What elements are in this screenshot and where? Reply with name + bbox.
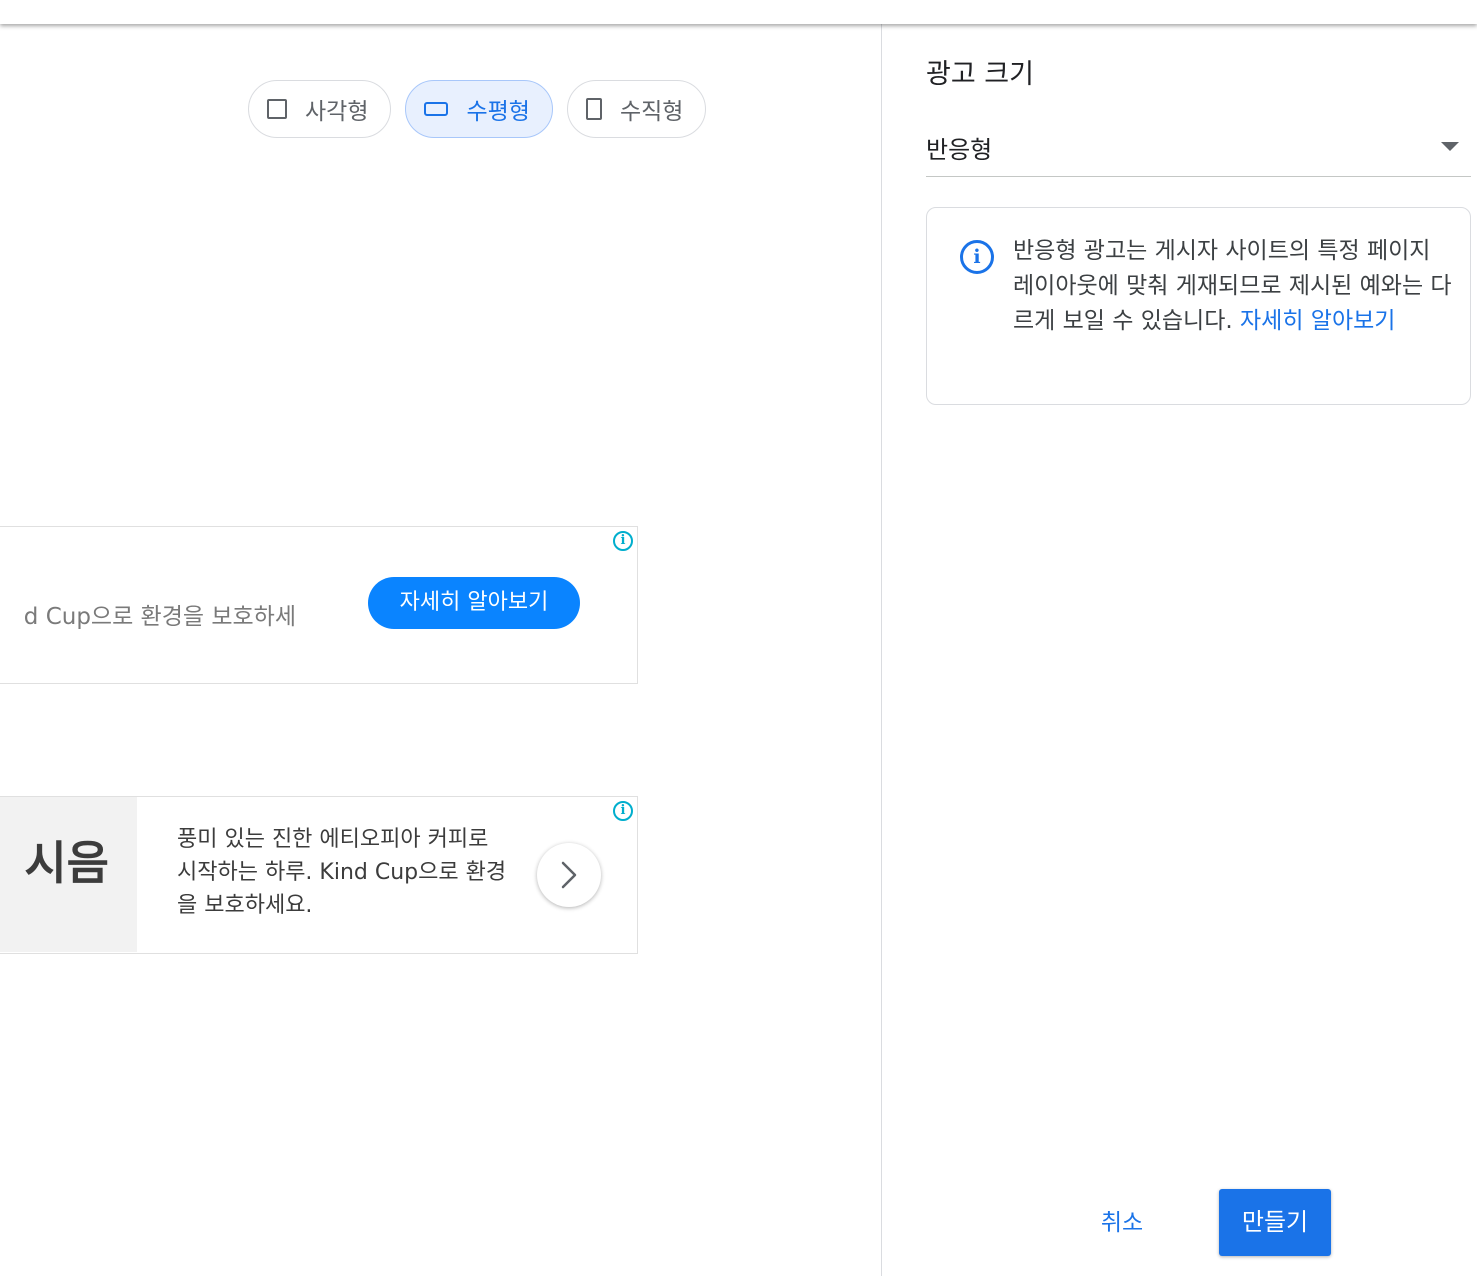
adchoices-info-icon[interactable]: i (613, 801, 633, 821)
ad-headline: 시음 (24, 836, 109, 890)
chevron-right-icon (561, 861, 577, 889)
square-icon (267, 99, 287, 119)
ad-preview-area: 사각형 수평형 수직형 i d Cup으로 환경을 보호하세 자세히 알아보기 … (0, 24, 881, 1276)
ad-preview-card: i 시음 풍미 있는 진한 에티오피아 커피로 시작하는 하루. Kind Cu… (0, 796, 638, 954)
info-text: 반응형 광고는 게시자 사이트의 특정 페이지 레이아웃에 맞춰 게재되므로 제… (1013, 234, 1453, 339)
panel-title: 광고 크기 (926, 59, 1034, 90)
chip-square[interactable]: 사각형 (248, 80, 392, 138)
learn-more-link[interactable]: 자세히 알아보기 (1240, 308, 1395, 334)
info-icon: i (960, 240, 994, 274)
ad-size-dialog: 사각형 수평형 수직형 i d Cup으로 환경을 보호하세 자세히 알아보기 … (0, 0, 1477, 1276)
learn-more-button[interactable]: 자세히 알아보기 (368, 577, 580, 629)
top-bar (0, 0, 1477, 24)
chip-label: 수직형 (619, 99, 684, 125)
next-arrow-button[interactable] (537, 843, 601, 907)
cancel-button[interactable]: 취소 (1080, 1190, 1164, 1256)
adchoices-info-icon[interactable]: i (613, 531, 633, 551)
shape-chip-group: 사각형 수평형 수직형 (248, 80, 707, 138)
settings-panel: 광고 크기 반응형 i 반응형 광고는 게시자 사이트의 특정 페이지 레이아웃… (882, 24, 1477, 1276)
chip-horizontal[interactable]: 수평형 (405, 80, 553, 138)
caret-down-icon (1441, 142, 1459, 151)
ad-description: d Cup으로 환경을 보호하세 (23, 604, 296, 630)
ad-preview-banner: i d Cup으로 환경을 보호하세 자세히 알아보기 (0, 526, 638, 684)
ad-description: 풍미 있는 진한 에티오피아 커피로 시작하는 하루. Kind Cup으로 환… (177, 827, 507, 918)
horizontal-rectangle-icon (424, 102, 449, 116)
chip-label: 수평형 (466, 99, 530, 125)
create-button[interactable]: 만들기 (1219, 1189, 1331, 1256)
select-value: 반응형 (926, 136, 993, 164)
chip-label: 사각형 (305, 99, 369, 125)
ad-size-select[interactable]: 반응형 (926, 122, 1471, 177)
info-notice: i 반응형 광고는 게시자 사이트의 특정 페이지 레이아웃에 맞춰 게재되므로… (926, 207, 1471, 405)
vertical-rectangle-icon (585, 98, 602, 120)
chip-vertical[interactable]: 수직형 (566, 80, 707, 138)
ad-headline-panel: 시음 (0, 797, 137, 952)
